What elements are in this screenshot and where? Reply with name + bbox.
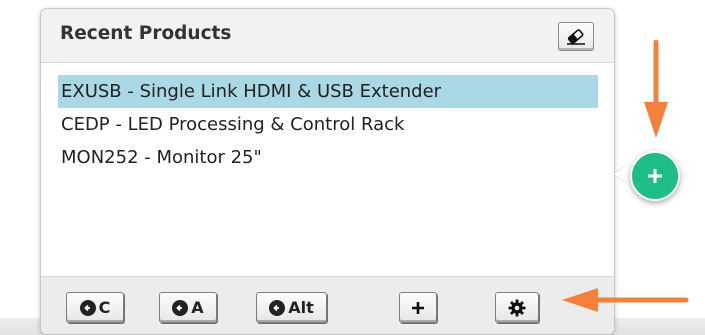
copy-c-button[interactable]: C [66,292,124,323]
add-button[interactable] [399,292,437,323]
fab-pointer [614,166,626,182]
product-item[interactable]: CEDP - LED Processing & Control Rack [58,108,598,141]
panel-header: Recent Products [41,9,614,63]
gear-icon [508,299,526,316]
copy-c-label: C [98,298,111,317]
annotation-arrow-left [562,288,689,312]
panel-title: Recent Products [60,23,232,44]
circle-arrow-left-icon [269,299,286,316]
eraser-icon [567,28,585,45]
recent-products-panel: Recent Products EXUSB - Single Link HDMI… [40,8,615,335]
copy-alt-label: Alt [288,298,314,317]
add-product-fab[interactable] [630,151,680,201]
circle-arrow-left-icon [172,299,189,316]
product-item[interactable]: EXUSB - Single Link HDMI & USB Extender [58,75,598,108]
plus-icon [648,169,662,183]
circle-arrow-left-icon [79,299,96,316]
plus-icon [412,301,424,314]
copy-alt-button[interactable]: Alt [256,292,327,323]
panel-footer: C A Alt [41,276,614,334]
clear-list-button[interactable] [558,22,594,51]
settings-button[interactable] [495,292,539,323]
product-item[interactable]: MON252 - Monitor 25" [58,141,598,174]
copy-a-label: A [191,298,204,317]
copy-a-button[interactable]: A [159,292,217,323]
annotation-arrow-down [644,40,668,138]
